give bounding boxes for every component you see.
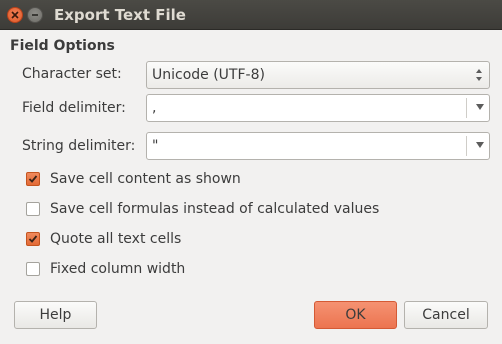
combo-divider	[466, 98, 467, 118]
checkbox[interactable]	[26, 232, 40, 246]
chevron-down-icon[interactable]	[476, 142, 484, 148]
option-label: Fixed column width	[50, 261, 186, 277]
character-set-label: Character set:	[22, 66, 122, 82]
option-label: Save cell formulas instead of calculated…	[50, 201, 380, 217]
chevron-down-icon[interactable]	[476, 104, 484, 110]
character-set-select[interactable]: Unicode (UTF-8)	[146, 61, 490, 89]
combo-divider	[466, 136, 467, 156]
minimize-window-button[interactable]	[27, 7, 43, 23]
checkbox[interactable]	[26, 172, 40, 186]
help-button[interactable]: Help	[14, 301, 97, 329]
option-label: Save cell content as shown	[50, 171, 241, 187]
checkbox[interactable]	[26, 202, 40, 216]
string-delimiter-label: String delimiter:	[22, 138, 136, 154]
field-delimiter-label: Field delimiter:	[22, 100, 126, 116]
export-text-file-dialog: Export Text File Field Options Character…	[0, 0, 502, 344]
close-icon	[11, 11, 19, 19]
window-title: Export Text File	[54, 6, 186, 24]
checkbox[interactable]	[26, 262, 40, 276]
string-delimiter-value[interactable]: "	[152, 138, 158, 154]
minimize-icon	[32, 14, 38, 16]
option-label: Quote all text cells	[50, 231, 182, 247]
close-window-button[interactable]	[7, 7, 23, 23]
field-delimiter-combobox[interactable]: ,	[146, 94, 490, 122]
checkmark-icon	[28, 235, 38, 243]
ok-button[interactable]: OK	[314, 301, 397, 329]
field-delimiter-value[interactable]: ,	[152, 100, 156, 116]
string-delimiter-combobox[interactable]: "	[146, 132, 490, 160]
character-set-value: Unicode (UTF-8)	[152, 67, 265, 83]
spin-arrows-icon	[476, 69, 482, 81]
title-bar: Export Text File	[0, 0, 502, 30]
checkmark-icon	[28, 175, 38, 183]
section-title: Field Options	[10, 38, 115, 54]
cancel-button[interactable]: Cancel	[404, 301, 488, 329]
